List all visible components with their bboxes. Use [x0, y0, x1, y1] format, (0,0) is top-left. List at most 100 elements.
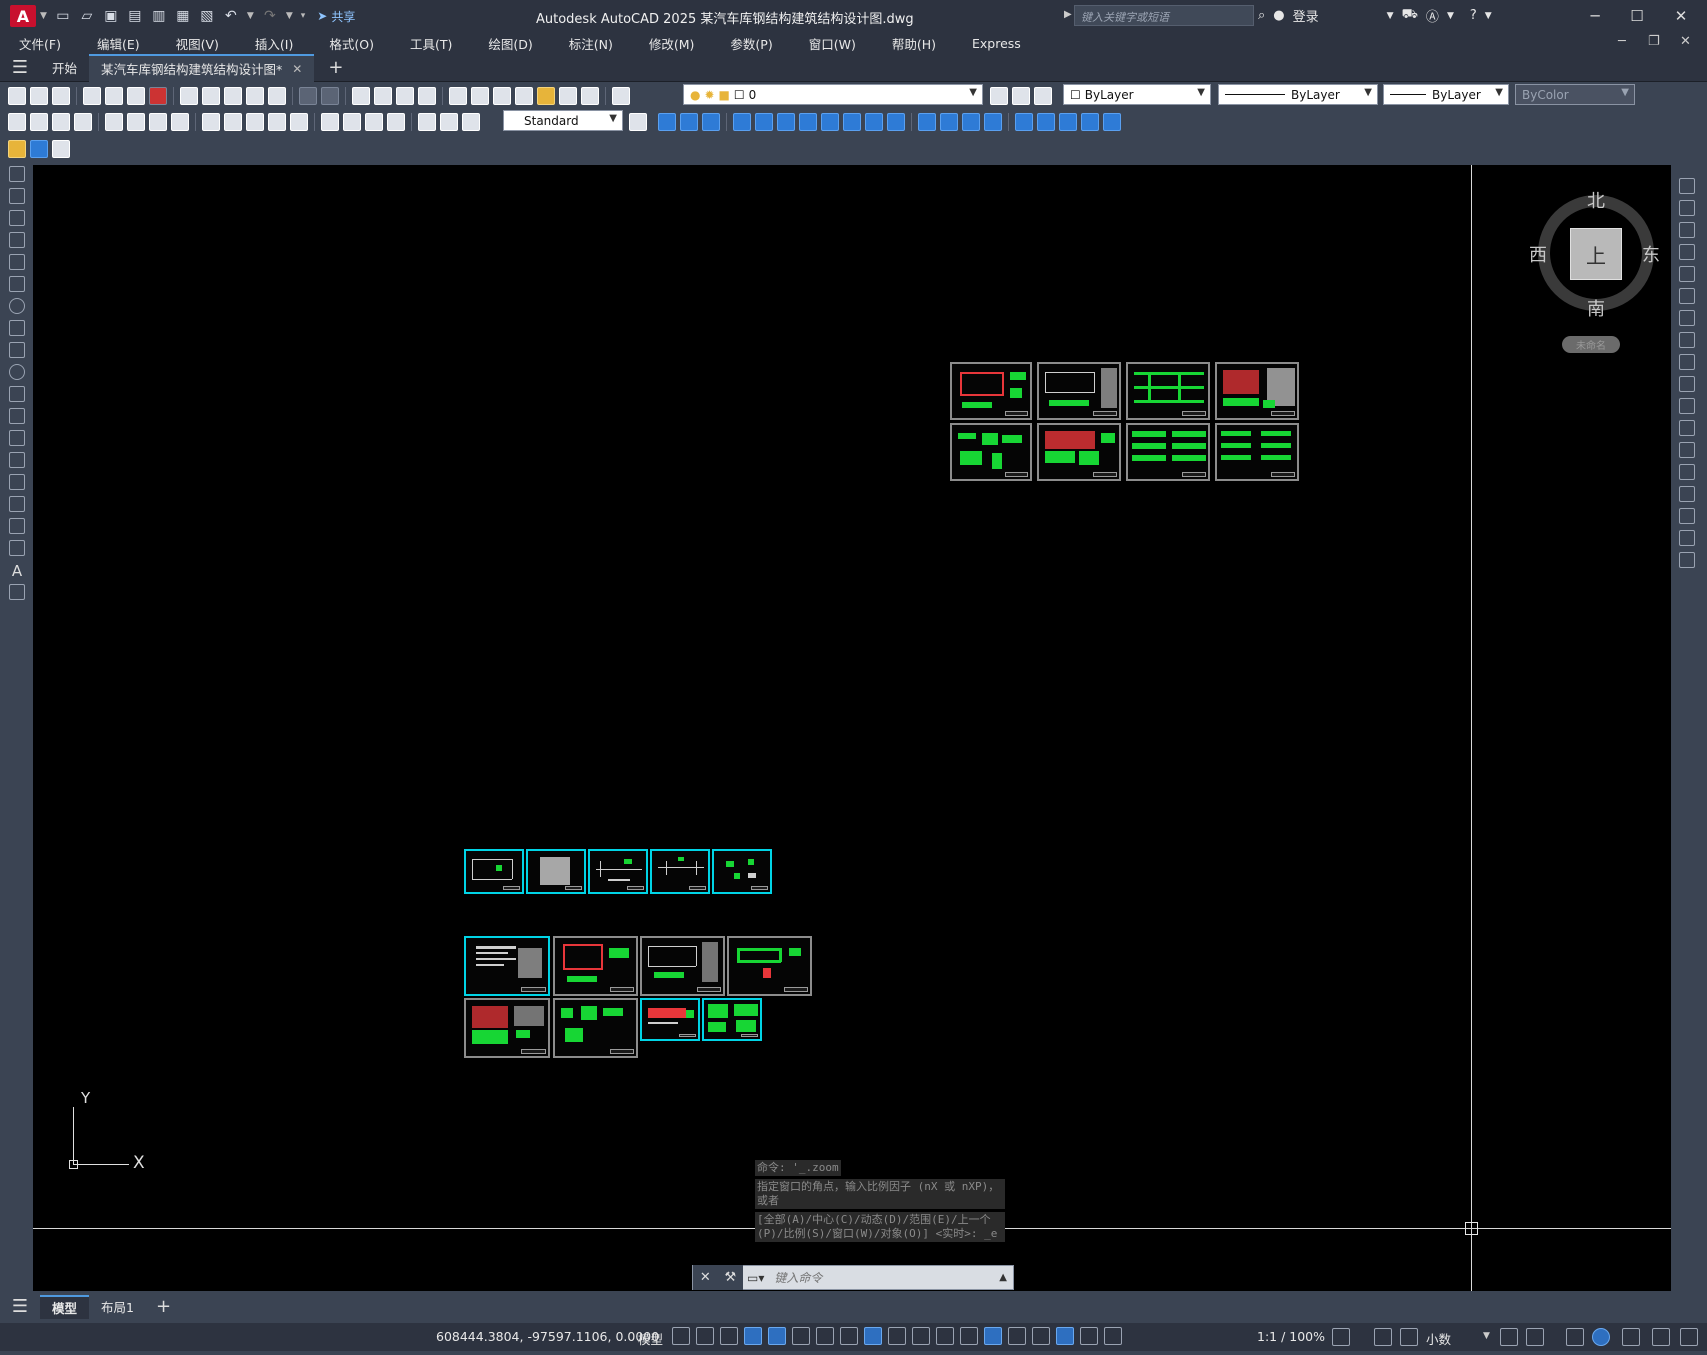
- arc-icon[interactable]: [9, 276, 25, 292]
- viewcube-top-face[interactable]: 上: [1570, 228, 1622, 280]
- mirror-icon[interactable]: [1679, 222, 1695, 238]
- menu-draw[interactable]: 绘图(D): [469, 34, 549, 53]
- graphics-performance-icon[interactable]: [1592, 1328, 1610, 1346]
- chevron-down-icon[interactable]: ▼: [1485, 11, 1492, 21]
- hatch-icon[interactable]: [9, 474, 25, 490]
- polar-tracking-icon[interactable]: [792, 1327, 810, 1345]
- zoom-previous-icon[interactable]: [418, 87, 436, 105]
- insert-block-icon[interactable]: [9, 408, 25, 424]
- blend-curves-icon[interactable]: [1679, 530, 1695, 546]
- menu-view[interactable]: 视图(V): [157, 34, 236, 53]
- customize-qat-icon[interactable]: ▾: [301, 11, 306, 21]
- offset-icon[interactable]: [702, 113, 720, 131]
- gizmo-icon[interactable]: [1032, 1327, 1050, 1345]
- layer-properties-icon[interactable]: [612, 87, 630, 105]
- chamfer-icon[interactable]: [1679, 486, 1695, 502]
- quick-dimension-icon[interactable]: [202, 113, 220, 131]
- stretch-icon[interactable]: [1679, 354, 1695, 370]
- break-at-point-icon[interactable]: [1679, 420, 1695, 436]
- chevron-up-icon[interactable]: ▲: [993, 1272, 1013, 1283]
- menu-dimension[interactable]: 标注(N): [550, 34, 630, 53]
- drawing-sheet[interactable]: [553, 936, 638, 996]
- arc-length-icon[interactable]: [52, 113, 70, 131]
- new-tab-icon[interactable]: +: [328, 57, 343, 78]
- redo-icon[interactable]: ↷: [260, 6, 280, 26]
- trim-icon[interactable]: [1679, 376, 1695, 392]
- transparency-icon[interactable]: [912, 1327, 930, 1345]
- grid-icon[interactable]: [672, 1327, 690, 1345]
- offset-icon[interactable]: [1679, 244, 1695, 260]
- circle-icon[interactable]: [9, 298, 25, 314]
- compass-south[interactable]: 南: [1587, 295, 1605, 321]
- menu-express[interactable]: Express: [953, 36, 1038, 51]
- dimension-edit-icon[interactable]: [418, 113, 436, 131]
- cut-icon[interactable]: [180, 87, 198, 105]
- polygon-icon[interactable]: [9, 232, 25, 248]
- drawing-sheet[interactable]: [553, 998, 638, 1058]
- drawing-sheet[interactable]: [640, 998, 700, 1041]
- 3d-print-icon[interactable]: [149, 87, 167, 105]
- region-icon[interactable]: [9, 518, 25, 534]
- status-menu-icon[interactable]: [1680, 1328, 1698, 1346]
- trim-icon[interactable]: [865, 113, 883, 131]
- help-icon[interactable]: ?: [1470, 8, 1477, 23]
- drawing-sheet[interactable]: [702, 998, 762, 1041]
- copy-object-icon[interactable]: [658, 113, 676, 131]
- chevron-down-icon[interactable]: ▼: [1447, 11, 1454, 21]
- inspection-icon[interactable]: [365, 113, 383, 131]
- dimension-update-icon[interactable]: [462, 113, 480, 131]
- close-icon[interactable]: ✕: [700, 1270, 711, 1285]
- properties-icon[interactable]: [449, 87, 467, 105]
- ellipse-icon[interactable]: [9, 364, 25, 380]
- table-icon[interactable]: [9, 540, 25, 556]
- menu-format[interactable]: 格式(O): [310, 34, 391, 53]
- quickcalc-icon[interactable]: [559, 87, 577, 105]
- dimension-text-edit-icon[interactable]: [440, 113, 458, 131]
- undo-icon[interactable]: [299, 87, 317, 105]
- help-icon[interactable]: [581, 87, 599, 105]
- auto-scale-icon[interactable]: [1080, 1327, 1098, 1345]
- point-icon[interactable]: [9, 452, 25, 468]
- dimension-break-icon[interactable]: [290, 113, 308, 131]
- login-link[interactable]: 登录: [1293, 6, 1319, 25]
- compass-west[interactable]: 西: [1529, 241, 1547, 267]
- open-folder-icon[interactable]: ▱: [77, 6, 97, 26]
- center-mark-icon[interactable]: [343, 113, 361, 131]
- units-icon[interactable]: [1400, 1328, 1418, 1346]
- spline-icon[interactable]: [9, 342, 25, 358]
- drawing-sheet[interactable]: [464, 936, 550, 996]
- linetype-dropdown[interactable]: ByLayer ▼: [1218, 84, 1378, 105]
- menu-tools[interactable]: 工具(T): [391, 34, 469, 53]
- jogged-linear-icon[interactable]: [387, 113, 405, 131]
- object-snap-icon[interactable]: [864, 1327, 882, 1345]
- workspace-gear-icon[interactable]: [1332, 1328, 1350, 1346]
- break-icon[interactable]: [1679, 442, 1695, 458]
- join-icon[interactable]: [1679, 464, 1695, 480]
- angular-icon[interactable]: [171, 113, 189, 131]
- app-menu-button[interactable]: A: [10, 5, 36, 27]
- break-icon[interactable]: [962, 113, 980, 131]
- selection-cycling-icon[interactable]: [936, 1327, 954, 1345]
- move-icon[interactable]: [1679, 288, 1695, 304]
- cart-icon[interactable]: ⛟: [1402, 7, 1418, 24]
- maximize-icon[interactable]: ☐: [1617, 4, 1657, 28]
- hamburger-menu-icon[interactable]: ☰: [0, 1296, 40, 1317]
- export-icon[interactable]: ▦: [173, 6, 193, 26]
- line-icon[interactable]: [9, 166, 25, 182]
- copy-icon[interactable]: [202, 87, 220, 105]
- tab-start[interactable]: 开始: [40, 54, 89, 82]
- lineweight-dropdown[interactable]: ByLayer ▼: [1383, 84, 1509, 105]
- drawing-sheet[interactable]: [650, 849, 710, 894]
- units-value[interactable]: 小数: [1426, 1329, 1451, 1348]
- plotstyle-dropdown[interactable]: ByColor ▼: [1515, 84, 1635, 105]
- undo-dropdown-icon[interactable]: ▼: [247, 11, 254, 21]
- search-input[interactable]: 键入关键字或短语: [1074, 5, 1254, 26]
- scale-icon[interactable]: [821, 113, 839, 131]
- fillet-icon[interactable]: [918, 113, 936, 131]
- save-as-icon[interactable]: ▤: [125, 6, 145, 26]
- 3d-osnap-icon[interactable]: [960, 1327, 978, 1345]
- menu-help[interactable]: 帮助(H): [873, 34, 953, 53]
- save-icon[interactable]: [52, 87, 70, 105]
- dimstyle-dropdown[interactable]: Standard ▼: [503, 110, 623, 131]
- drawing-sheet[interactable]: [1037, 423, 1121, 481]
